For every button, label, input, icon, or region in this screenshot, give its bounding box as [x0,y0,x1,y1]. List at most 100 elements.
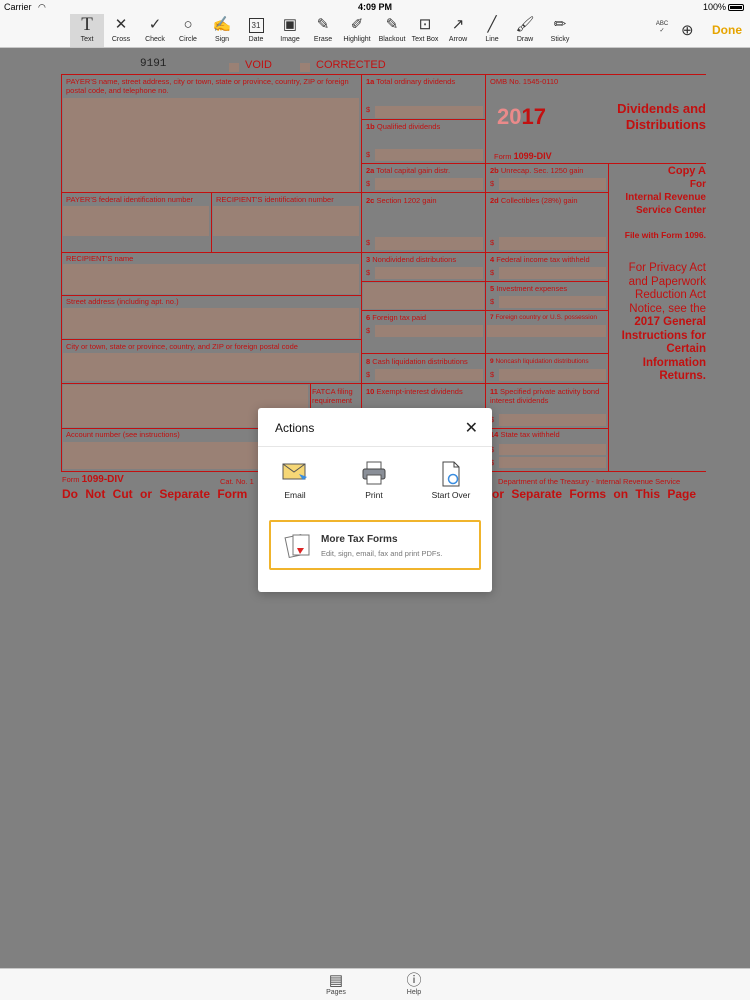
box-7-label: 7 Foreign country or U.S. possession [490,313,597,322]
print-action-button[interactable]: Print [344,460,404,500]
rule [61,339,361,340]
tool-blackout[interactable]: ✎ Blackout [375,14,409,47]
pen-signature-icon: ✍ [212,16,232,33]
payer-tin-field[interactable] [63,206,209,236]
tool-image[interactable]: ▣ Image [274,14,306,47]
tool-cross[interactable]: ✕ Cross [106,14,136,47]
box-11-number: 11 [490,387,498,396]
payer-tin-label: PAYER'S federal identification number [66,195,194,204]
box-2c-field[interactable] [375,237,483,250]
box-8-field[interactable] [375,369,483,381]
irs-line-2: Service Center [635,205,706,216]
box-8-number: 8 [366,357,371,366]
dollar-2c: $ [366,238,371,247]
box-11-field[interactable] [499,414,606,426]
text-box-icon: ⊡ [418,16,432,33]
box-3-text: Nondividend distributions [372,255,457,264]
box-2b-field[interactable] [499,178,606,190]
tool-highlight[interactable]: ✐ Highlight [340,14,374,47]
box-4-text: Federal income tax withheld [496,255,590,264]
search-button[interactable]: ⊕ [681,14,701,47]
tool-sticky[interactable]: ✏ Sticky [544,14,576,47]
tool-circle[interactable]: ○ Circle [173,14,203,47]
box-8-label: 8 Cash liquidation distributions [366,357,468,366]
blank-shaded-area [363,283,484,309]
pages-label: Pages [326,989,346,996]
privacy-line-4: Notice, see the [629,302,706,315]
tool-sign[interactable]: ✍ Sign [207,14,237,47]
box-14-field-a[interactable] [499,444,606,455]
spellcheck-button[interactable]: ABC ✓ [650,14,674,47]
privacy-line-7: Certain [666,343,706,355]
search-icon: ⊕ [681,22,694,39]
box-2b-text: Unrecap. Sec. 1250 gain [500,166,584,175]
battery-icon [728,4,744,12]
tool-text-box[interactable]: ⊡ Text Box [409,14,441,47]
highlighter-icon: ✐ [350,16,364,33]
box-6-field[interactable] [375,325,483,337]
box-3-number: 3 [366,255,371,264]
footer-form-word: Form [62,475,80,484]
box-1a-label: 1a Total ordinary dividends [366,77,455,86]
dollar-3: $ [366,268,371,277]
box-2a-field[interactable] [375,178,483,190]
box-10-text: Exempt-interest dividends [376,387,463,396]
box-1a-field[interactable] [375,106,483,118]
close-icon[interactable]: ✕ [465,418,478,438]
start-over-action-button[interactable]: Start Over [421,460,481,500]
tool-date-label: Date [248,36,264,43]
street-field[interactable] [63,308,359,338]
box-9-label: 9 Noncash liquidation distributions [490,357,589,366]
recipient-name-field[interactable] [63,264,359,294]
box-5-text: Investment expenses [496,284,568,293]
pages-tab[interactable]: ▤ Pages [322,972,350,996]
more-tax-forms-button[interactable]: More Tax Forms Edit, sign, email, fax an… [269,520,481,570]
box-9-number: 9 [490,358,494,365]
tool-erase[interactable]: ✎ Erase [308,14,338,47]
box-1b-field[interactable] [375,149,483,161]
form-left-border [61,74,62,471]
rule [361,383,608,384]
arrow-icon: ↗ [451,16,465,33]
city-field[interactable] [63,353,359,381]
box-7-field[interactable] [487,325,606,337]
void-checkbox[interactable] [229,63,239,72]
abc-label: ABC [655,21,669,27]
tool-text[interactable]: T Text [70,14,104,47]
tool-line[interactable]: ╱ Line [477,14,507,47]
recipient-tin-label: RECIPIENT'S identification number [216,195,334,204]
recipient-tin-field[interactable] [213,206,359,236]
corrected-checkbox[interactable] [300,63,310,72]
dollar-2b: $ [490,179,495,188]
box-14-label: 14 State tax withheld [490,430,560,439]
box-3-field[interactable] [375,267,483,279]
done-button[interactable]: Done [712,23,742,37]
box-10-label: 10 Exempt-interest dividends [366,387,463,396]
box-5-field[interactable] [499,296,606,308]
tool-draw[interactable]: 🖌 Draw [510,14,540,47]
tool-check-label: Check [145,36,165,43]
help-tab[interactable]: ⓘ Help [400,972,428,996]
box-2d-text: Collectibles (28%) gain [500,196,578,205]
cross-icon: ✕ [114,16,128,33]
brush-icon: 🖌 [515,16,535,33]
box-4-field[interactable] [499,267,606,279]
email-label: Email [284,490,306,500]
box-14-field-b[interactable] [499,457,606,468]
email-action-button[interactable]: Email [265,460,325,500]
tool-check[interactable]: ✓ Check [140,14,170,47]
copy-label: Copy A [667,165,706,177]
tool-arrow[interactable]: ↗ Arrow [443,14,473,47]
promo-title: More Tax Forms [321,534,398,545]
tool-date[interactable]: 31 Date [241,14,271,47]
form-code: 9191 [140,58,167,70]
privacy-line-2: and Paperwork [628,275,706,288]
payer-name-field[interactable] [63,98,359,192]
do-not-cut-left: Do Not Cut or Separate Form [62,487,248,501]
bottom-bar: ▤ Pages ⓘ Help [0,968,750,1000]
form-word: Form [494,152,512,161]
box-9-field[interactable] [499,369,606,381]
box-2d-field[interactable] [499,237,606,250]
fatca-label: FATCA filing requirement [312,387,353,405]
box-11-label: 11 Specified private activity bond inter… [490,387,606,405]
